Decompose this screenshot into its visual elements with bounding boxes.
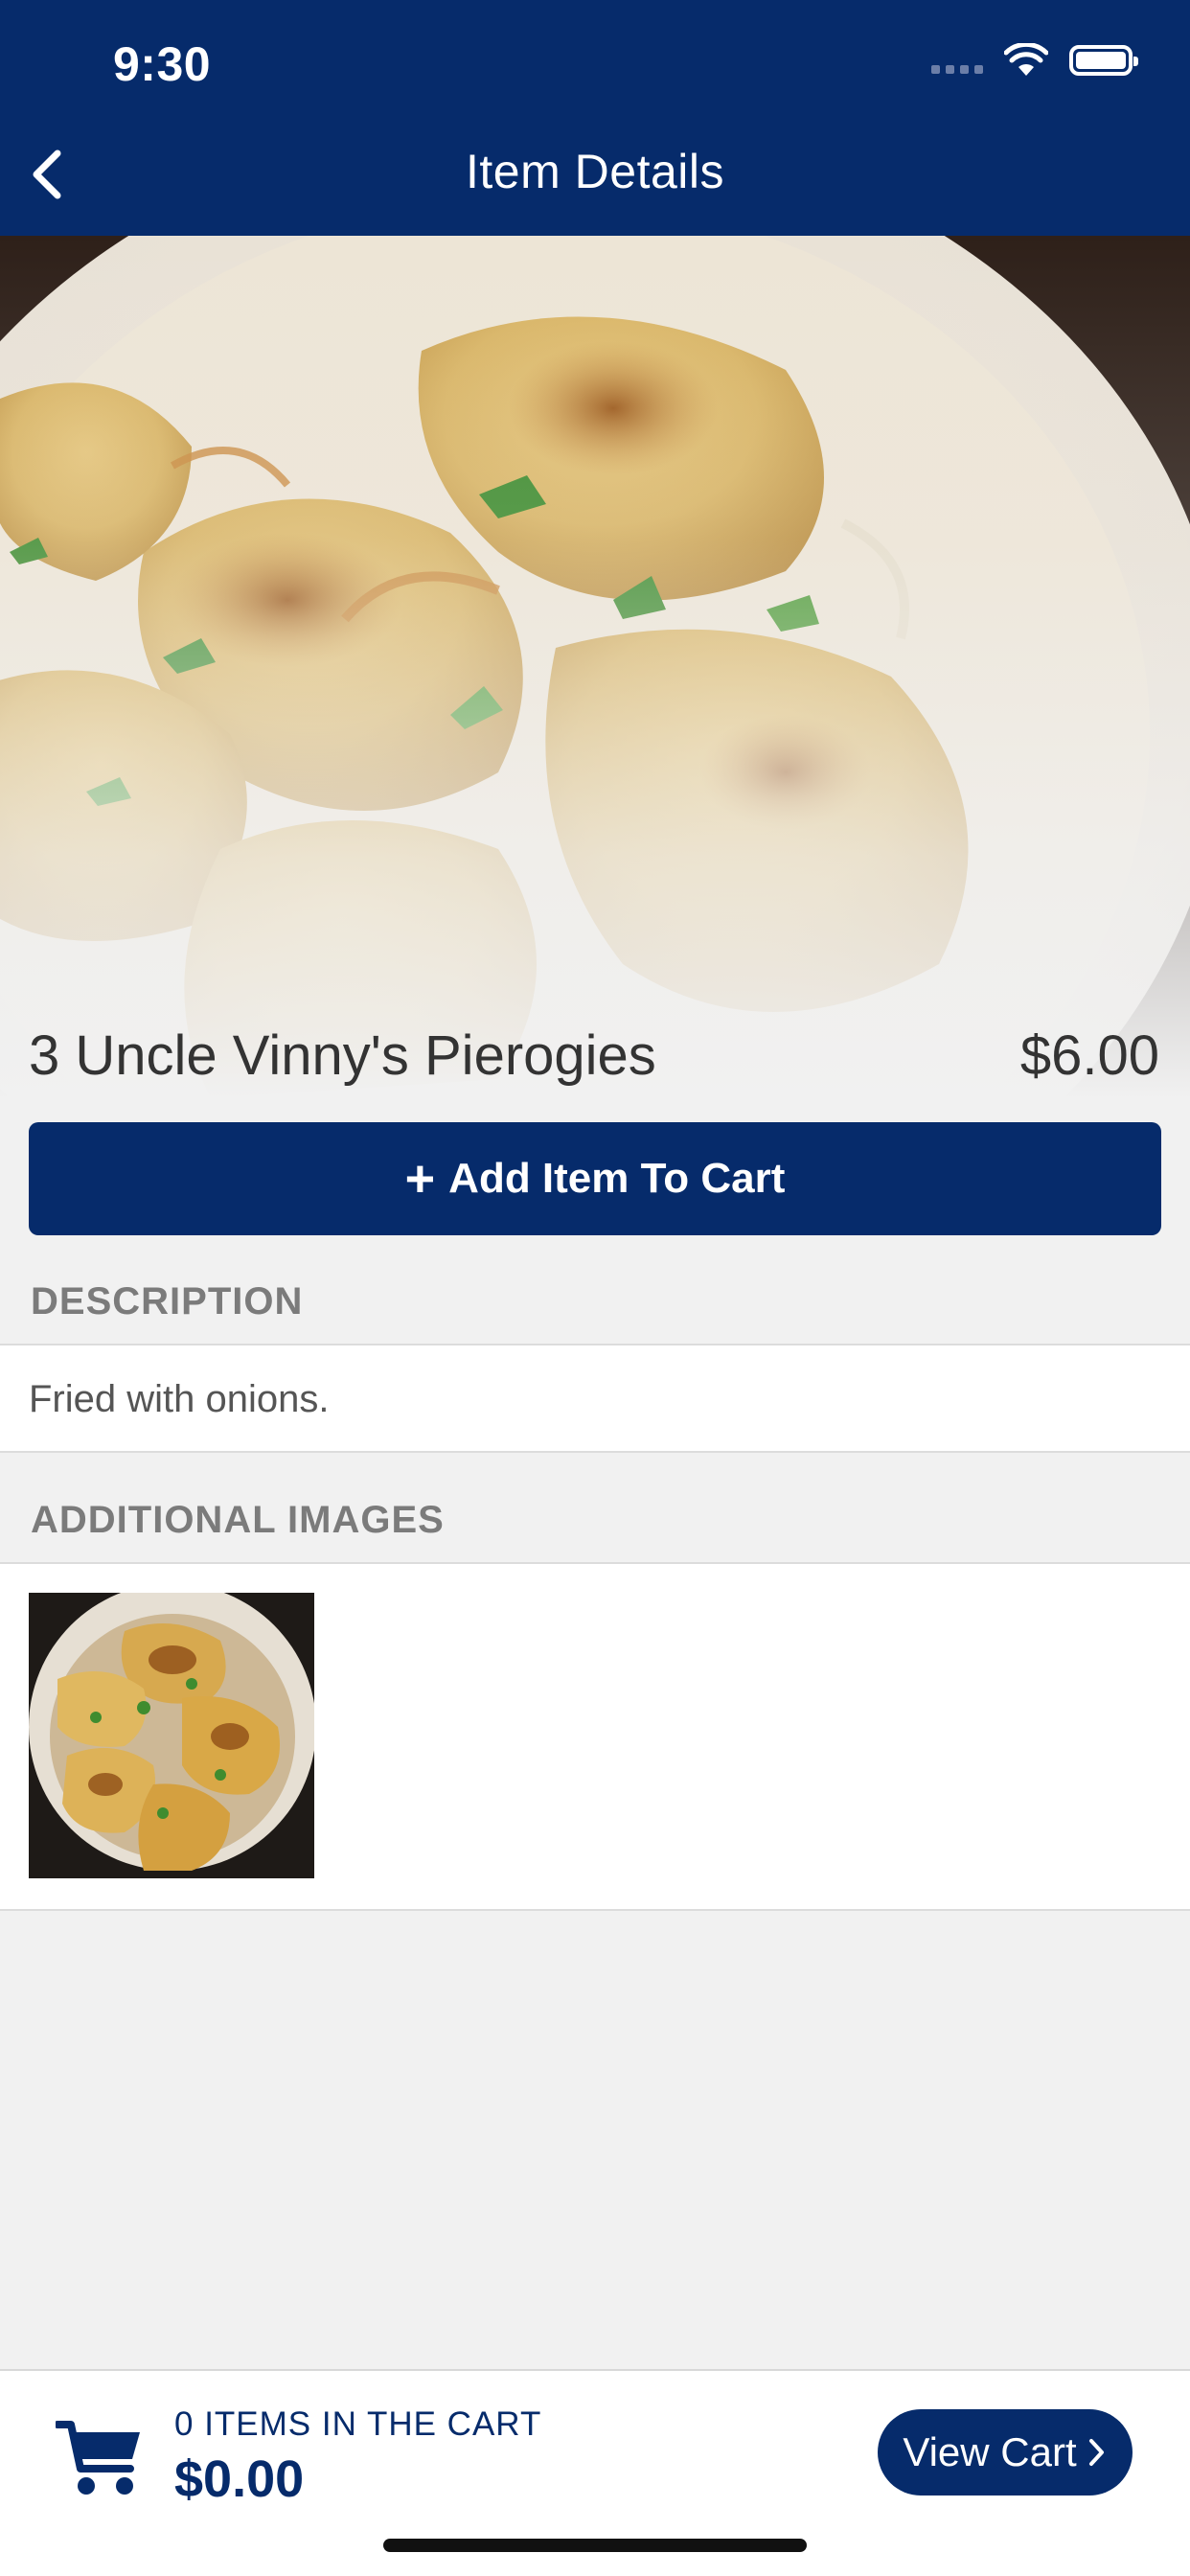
chevron-right-icon bbox=[1088, 2439, 1104, 2466]
cart-icon bbox=[56, 2421, 140, 2495]
description-section: Fried with onions. bbox=[0, 1344, 1190, 1453]
item-hero-image bbox=[0, 236, 1190, 1098]
cart-item-count: 0 ITEMS IN THE CART bbox=[174, 2405, 542, 2443]
additional-images-section bbox=[0, 1562, 1190, 1911]
add-item-to-cart-button[interactable]: + Add Item To Cart bbox=[29, 1122, 1161, 1235]
page-title: Item Details bbox=[466, 145, 724, 198]
battery-icon bbox=[1069, 45, 1138, 76]
view-cart-button[interactable]: View Cart bbox=[878, 2409, 1133, 2496]
item-details-screen: 9:30 Item Details 3 Uncle Vinny's Pierog… bbox=[0, 0, 1190, 2576]
description-header: DESCRIPTION bbox=[0, 1280, 1190, 1323]
cart-total: $0.00 bbox=[174, 2450, 305, 2508]
description-text: Fried with onions. bbox=[29, 1378, 330, 1420]
app-header: 9:30 Item Details bbox=[0, 0, 1190, 236]
home-indicator bbox=[383, 2539, 807, 2552]
view-cart-label: View Cart bbox=[903, 2429, 1077, 2474]
additional-images-header: ADDITIONAL IMAGES bbox=[0, 1499, 1190, 1542]
item-price: $6.00 bbox=[1019, 1024, 1159, 1087]
item-name: 3 Uncle Vinny's Pierogies bbox=[29, 1024, 656, 1087]
plus-icon: + bbox=[404, 1150, 436, 1208]
additional-image-thumbnail[interactable] bbox=[29, 1593, 314, 1878]
add-item-to-cart-label: Add Item To Cart bbox=[448, 1155, 786, 1202]
cellular-signal-icon bbox=[931, 64, 983, 74]
wifi-icon bbox=[1004, 43, 1048, 76]
status-time: 9:30 bbox=[113, 37, 212, 91]
status-icons bbox=[931, 43, 1138, 78]
